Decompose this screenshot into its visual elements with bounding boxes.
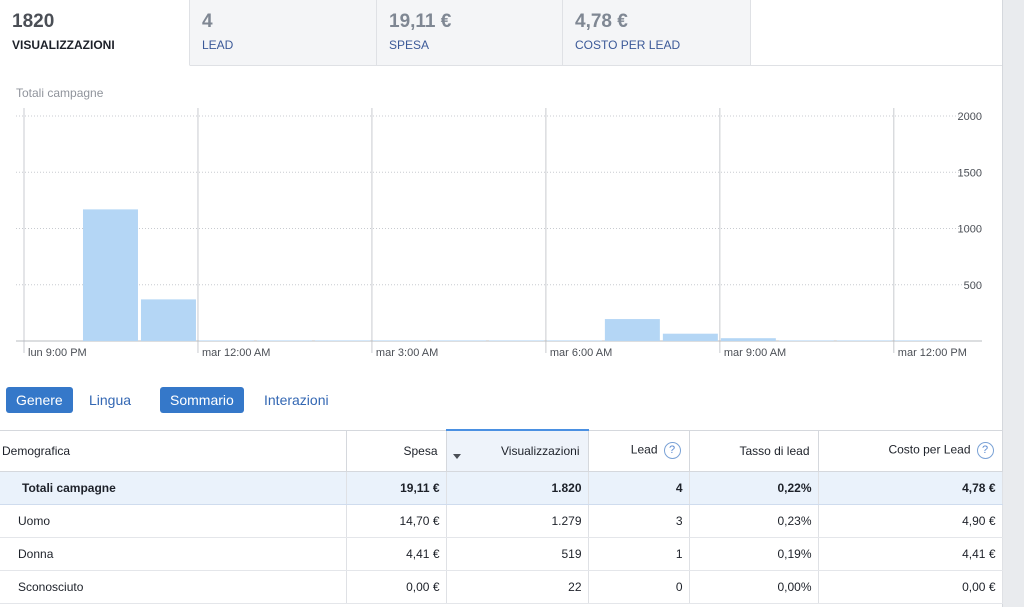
table-row[interactable]: Uomo 14,70 € 1.279 3 0,23% 4,90 € (0, 504, 1003, 538)
help-icon[interactable]: ? (976, 442, 994, 460)
header-visualizzazioni[interactable]: Visualizzazioni (445, 429, 589, 472)
bar (488, 340, 544, 341)
tab-bar-spacer (751, 0, 1002, 66)
table-cell: 0,00% (689, 570, 819, 604)
filter-lingua-link[interactable]: Lingua (89, 387, 131, 413)
tab-value: 1820 (12, 11, 55, 32)
header-label: Lead (630, 442, 658, 457)
tab-label: VISUALIZZAZIONI (12, 38, 115, 52)
table-cell: 3 (588, 504, 690, 538)
insights-panel: 1820 VISUALIZZAZIONI 4 LEAD 19,11 € SPES… (0, 0, 1003, 607)
table-header-row: Demografica Spesa Visualizzazioni Lead? … (0, 429, 1003, 472)
bar (662, 333, 718, 341)
help-icon[interactable]: ? (663, 442, 681, 460)
table-total-row: Totali campagne 19,11 € 1.820 4 0,22% 4,… (0, 471, 1003, 505)
bar-chart: 2000 1500 1000 500 lun 9:00 PM mar 12:00 AM ma… (16, 108, 982, 359)
bar (198, 340, 254, 341)
bar (720, 338, 776, 341)
table-cell: 4,41 € (818, 537, 1003, 571)
table-row[interactable]: Sconosciuto 0,00 € 22 0 0,00% 0,00 € (0, 570, 1003, 604)
bar (604, 319, 660, 341)
table-cell: 1.820 (446, 471, 589, 505)
metric-tabs: 1820 VISUALIZZAZIONI 4 LEAD 19,11 € SPES… (0, 0, 1002, 66)
table-cell: Totali campagne (0, 471, 347, 505)
table-cell: 0,00 € (346, 570, 447, 604)
filter-genere-button[interactable]: Genere (6, 387, 73, 413)
y-tick-label: 500 (964, 280, 982, 292)
x-tick-label: mar 12:00 PM (898, 347, 967, 359)
bar (314, 340, 370, 341)
table-cell: 4,41 € (346, 537, 447, 571)
view-interazioni-link[interactable]: Interazioni (264, 387, 329, 413)
y-tick-label: 1500 (958, 167, 982, 179)
x-tick-label: mar 3:00 AM (376, 347, 438, 359)
bar (778, 340, 834, 341)
sort-desc-icon (452, 454, 461, 459)
bar (430, 340, 486, 341)
table-cell: Donna (0, 537, 347, 571)
table-cell: 519 (446, 537, 589, 571)
header-label: Spesa (403, 443, 438, 458)
table-cell: 1 (588, 537, 690, 571)
demographics-table: Demografica Spesa Visualizzazioni Lead? … (0, 429, 1003, 604)
header-tasso-di-lead[interactable]: Tasso di lead (688, 429, 819, 472)
table-cell: 1.279 (446, 504, 589, 538)
tab-label: SPESA (389, 38, 430, 52)
header-label: Demografica (2, 443, 71, 458)
table-cell: 22 (446, 570, 589, 604)
chart-title: Totali campagne (16, 86, 104, 100)
tab-costo-per-lead[interactable]: 4,78 € COSTO PER LEAD (563, 0, 751, 66)
header-demografica[interactable]: Demografica (0, 429, 347, 472)
tab-label: LEAD (202, 38, 234, 52)
x-tick-label: mar 6:00 AM (550, 347, 612, 359)
x-tick-label: lun 9:00 PM (28, 347, 87, 359)
table-row[interactable]: Donna 4,41 € 519 1 0,19% 4,41 € (0, 537, 1003, 571)
table-cell: 0,23% (689, 504, 819, 538)
tab-visualizzazioni[interactable]: 1820 VISUALIZZAZIONI (0, 0, 190, 66)
table-cell: Uomo (0, 504, 347, 538)
table-cell: 4 (588, 471, 690, 505)
table-cell: 0,19% (689, 537, 819, 571)
x-tick-label: mar 9:00 AM (724, 347, 786, 359)
header-label: Tasso di lead (739, 443, 810, 458)
view-sommario-button[interactable]: Sommario (160, 387, 244, 413)
tab-lead[interactable]: 4 LEAD (190, 0, 377, 66)
header-costo-per-lead[interactable]: Costo per Lead? (817, 429, 1003, 472)
tab-value: 4 (202, 11, 213, 32)
tab-spesa[interactable]: 19,11 € SPESA (377, 0, 563, 66)
y-tick-label: 2000 (958, 111, 982, 123)
bar (82, 209, 138, 341)
tab-value: 19,11 € (389, 11, 452, 32)
header-spesa[interactable]: Spesa (345, 429, 447, 472)
bar (546, 340, 602, 341)
bar (372, 340, 428, 341)
table-cell: 19,11 € (346, 471, 447, 505)
right-gutter (1003, 0, 1024, 607)
bar (836, 340, 892, 341)
table-cell: 0 (588, 570, 690, 604)
table-cell: Sconosciuto (0, 570, 347, 604)
table-cell: 0,22% (689, 471, 819, 505)
bar (894, 340, 950, 341)
header-label: Costo per Lead (888, 442, 971, 457)
tab-label: COSTO PER LEAD (575, 38, 681, 52)
x-tick-label: mar 12:00 AM (202, 347, 270, 359)
table-cell: 0,00 € (818, 570, 1003, 604)
bar (256, 340, 312, 341)
tab-value: 4,78 € (575, 11, 628, 32)
table-cell: 4,90 € (818, 504, 1003, 538)
table-cell: 14,70 € (346, 504, 447, 538)
table-cell: 4,78 € (818, 471, 1003, 505)
y-tick-label: 1000 (958, 224, 982, 236)
header-label: Visualizzazioni (501, 444, 580, 458)
header-lead[interactable]: Lead? (587, 429, 690, 472)
bar (140, 299, 196, 341)
